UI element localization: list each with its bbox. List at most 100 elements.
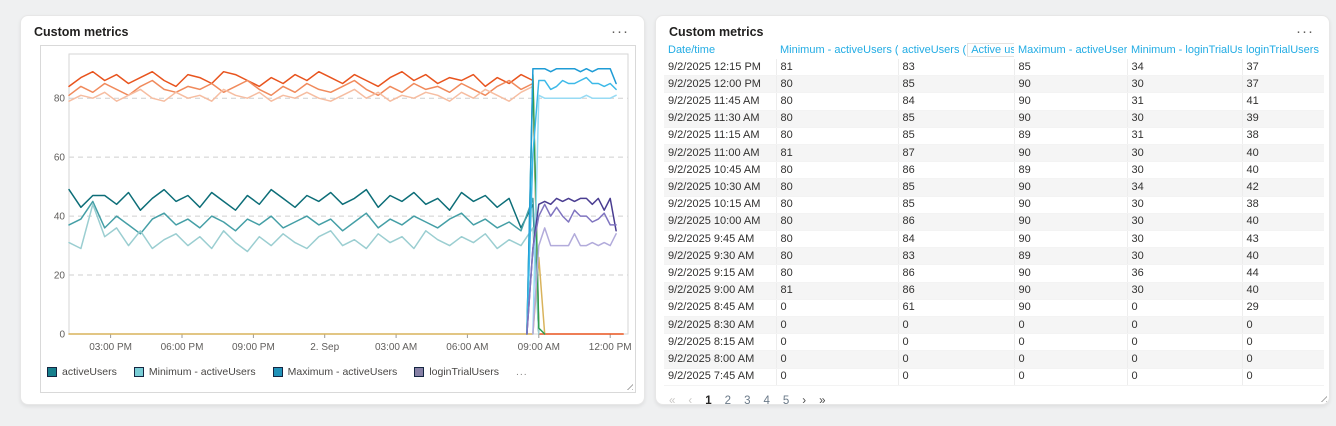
table-panel-menu-icon[interactable]: ··· bbox=[1293, 29, 1317, 35]
cell-value: 44 bbox=[1242, 265, 1324, 282]
cell-value: 90 bbox=[1014, 299, 1127, 316]
cell-value: 89 bbox=[1014, 162, 1127, 179]
resize-handle-icon[interactable] bbox=[625, 382, 633, 390]
cell-value: 40 bbox=[1242, 145, 1324, 162]
page-2[interactable]: 2 bbox=[725, 395, 731, 407]
cell-value: 80 bbox=[776, 179, 898, 196]
column-header-2[interactable]: Minimum - activeUsers ( bbox=[776, 42, 898, 59]
cell-datetime: 9/2/2025 10:45 AM bbox=[664, 162, 776, 179]
column-header-3[interactable]: activeUsers (Active user bbox=[898, 42, 1014, 59]
svg-text:0: 0 bbox=[59, 330, 65, 341]
legend-item-activeusers[interactable]: activeUsers bbox=[47, 366, 117, 378]
cell-value: 0 bbox=[1242, 351, 1324, 368]
table-row: 9/2/2025 11:15 AM8085893138 bbox=[664, 127, 1324, 144]
cell-value: 0 bbox=[776, 351, 898, 368]
table-row: 9/2/2025 10:00 AM8086903040 bbox=[664, 213, 1324, 230]
cell-datetime: 9/2/2025 8:45 AM bbox=[664, 299, 776, 316]
chart-widget[interactable]: 02040608003:00 PM06:00 PM09:00 PM2. Sep0… bbox=[40, 45, 636, 393]
page-last[interactable]: » bbox=[819, 395, 825, 407]
column-header-tooltip: Active user bbox=[968, 44, 1014, 56]
column-header-5[interactable]: Minimum - loginTrialUse bbox=[1127, 42, 1242, 59]
cell-datetime: 9/2/2025 10:15 AM bbox=[664, 196, 776, 213]
cell-datetime: 9/2/2025 7:45 AM bbox=[664, 368, 776, 385]
cell-value: 90 bbox=[1014, 110, 1127, 127]
cell-value: 38 bbox=[1242, 196, 1324, 213]
cell-value: 80 bbox=[776, 162, 898, 179]
legend-item-logintrialusers[interactable]: loginTrialUsers bbox=[414, 366, 499, 378]
table-panel-header: Custom metrics ··· bbox=[656, 16, 1329, 41]
cell-value: 37 bbox=[1242, 59, 1324, 76]
legend-item-label: loginTrialUsers bbox=[429, 366, 499, 378]
cell-value: 40 bbox=[1242, 213, 1324, 230]
cell-value: 37 bbox=[1242, 76, 1324, 93]
page-1[interactable]: 1 bbox=[705, 395, 711, 407]
svg-text:60: 60 bbox=[54, 153, 66, 164]
legend-item-minimum-activeusers[interactable]: Minimum - activeUsers bbox=[134, 366, 256, 378]
table-row: 9/2/2025 8:30 AM00000 bbox=[664, 317, 1324, 334]
cell-value: 0 bbox=[1127, 351, 1242, 368]
cell-datetime: 9/2/2025 12:15 PM bbox=[664, 59, 776, 76]
cell-datetime: 9/2/2025 8:15 AM bbox=[664, 334, 776, 351]
page-first[interactable]: « bbox=[669, 395, 675, 407]
svg-text:80: 80 bbox=[54, 94, 66, 105]
legend-item-more[interactable]: ... bbox=[516, 366, 528, 378]
cell-datetime: 9/2/2025 10:30 AM bbox=[664, 179, 776, 196]
table-row: 9/2/2025 10:15 AM8085903038 bbox=[664, 196, 1324, 213]
table-row: 9/2/2025 11:45 AM8084903141 bbox=[664, 93, 1324, 110]
page-prev[interactable]: ‹ bbox=[688, 395, 692, 407]
cell-value: 84 bbox=[898, 93, 1014, 110]
cell-value: 90 bbox=[1014, 93, 1127, 110]
cell-value: 86 bbox=[898, 265, 1014, 282]
svg-text:06:00 PM: 06:00 PM bbox=[161, 342, 204, 353]
cell-value: 42 bbox=[1242, 179, 1324, 196]
cell-value: 31 bbox=[1127, 93, 1242, 110]
column-header-4[interactable]: Maximum - activeUsers ( bbox=[1014, 42, 1127, 59]
cell-value: 41 bbox=[1242, 93, 1324, 110]
svg-text:2. Sep: 2. Sep bbox=[310, 342, 339, 353]
column-header-1[interactable]: Date/time bbox=[664, 42, 776, 59]
cell-value: 0 bbox=[776, 334, 898, 351]
column-header-label: loginTrialUsers bbox=[1246, 44, 1319, 56]
cell-value: 80 bbox=[776, 196, 898, 213]
table-row: 9/2/2025 8:45 AM06190029 bbox=[664, 299, 1324, 316]
cell-value: 0 bbox=[1014, 317, 1127, 334]
cell-value: 30 bbox=[1127, 76, 1242, 93]
cell-value: 40 bbox=[1242, 162, 1324, 179]
column-header-label: Maximum - activeUsers ( bbox=[1018, 44, 1127, 56]
page-3[interactable]: 3 bbox=[744, 395, 750, 407]
column-header-label: Minimum - activeUsers ( bbox=[780, 44, 898, 56]
cell-value: 30 bbox=[1127, 231, 1242, 248]
cell-value: 84 bbox=[898, 231, 1014, 248]
cell-value: 43 bbox=[1242, 231, 1324, 248]
cell-value: 30 bbox=[1127, 145, 1242, 162]
cell-datetime: 9/2/2025 11:15 AM bbox=[664, 127, 776, 144]
legend-swatch-icon bbox=[273, 367, 283, 377]
page-5[interactable]: 5 bbox=[783, 395, 789, 407]
column-header-6[interactable]: loginTrialUsers bbox=[1242, 42, 1324, 59]
table-row: 9/2/2025 9:30 AM8083893040 bbox=[664, 248, 1324, 265]
page-4[interactable]: 4 bbox=[763, 395, 769, 407]
chart-panel-title: Custom metrics bbox=[34, 25, 128, 39]
cell-value: 38 bbox=[1242, 127, 1324, 144]
cell-value: 0 bbox=[1242, 368, 1324, 385]
cell-value: 90 bbox=[1014, 76, 1127, 93]
cell-value: 80 bbox=[776, 93, 898, 110]
cell-value: 29 bbox=[1242, 299, 1324, 316]
column-header-label: activeUsers ( bbox=[902, 44, 966, 56]
chart-panel-menu-icon[interactable]: ··· bbox=[608, 29, 632, 35]
page-next[interactable]: › bbox=[802, 395, 806, 407]
table-row: 9/2/2025 10:30 AM8085903442 bbox=[664, 179, 1324, 196]
cell-value: 81 bbox=[776, 145, 898, 162]
cell-value: 0 bbox=[1127, 299, 1242, 316]
cell-value: 80 bbox=[776, 110, 898, 127]
table-row: 9/2/2025 12:15 PM8183853437 bbox=[664, 59, 1324, 76]
table-row: 9/2/2025 12:00 PM8085903037 bbox=[664, 76, 1324, 93]
legend-item-label: Maximum - activeUsers bbox=[288, 366, 398, 378]
cell-value: 80 bbox=[776, 248, 898, 265]
cell-value: 81 bbox=[776, 282, 898, 299]
cell-value: 90 bbox=[1014, 196, 1127, 213]
cell-datetime: 9/2/2025 9:00 AM bbox=[664, 282, 776, 299]
cell-value: 30 bbox=[1127, 196, 1242, 213]
legend-item-maximum-activeusers[interactable]: Maximum - activeUsers bbox=[273, 366, 398, 378]
metrics-line-chart: 02040608003:00 PM06:00 PM09:00 PM2. Sep0… bbox=[41, 46, 636, 360]
